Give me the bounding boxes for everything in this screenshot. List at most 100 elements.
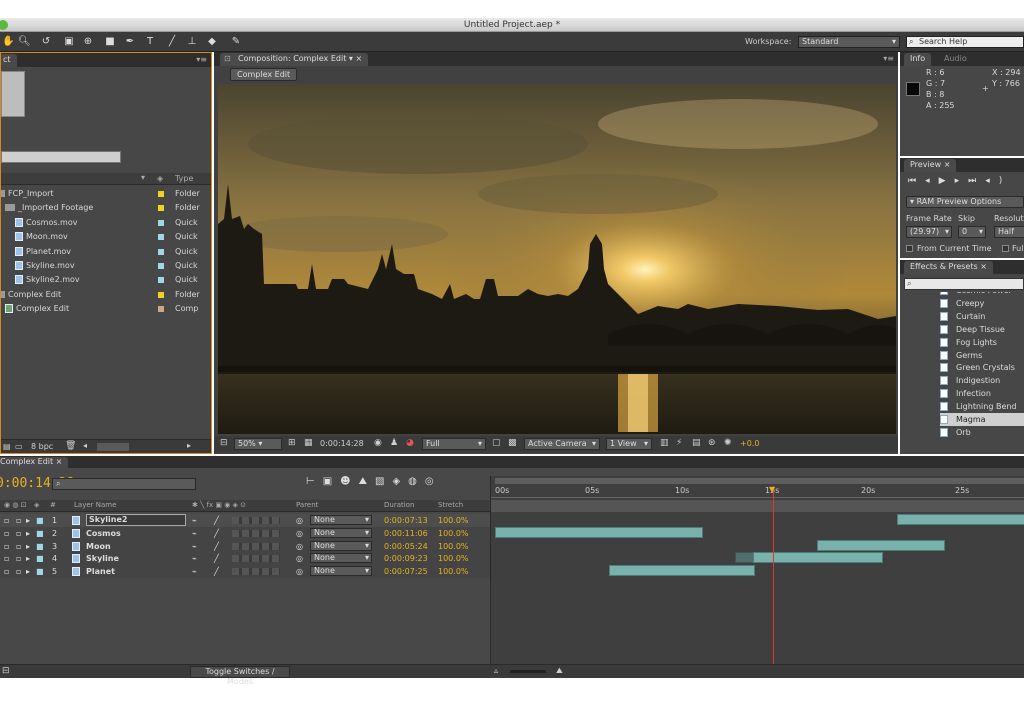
view-layout-select[interactable]: 1 View ▾ bbox=[606, 438, 652, 450]
label-swatch[interactable]: ■ bbox=[36, 514, 44, 527]
zoom-slider[interactable] bbox=[510, 670, 546, 673]
label-color-swatch[interactable] bbox=[158, 277, 164, 284]
current-time-indicator[interactable] bbox=[773, 486, 774, 676]
hide-shy-icon[interactable]: ☻ bbox=[340, 476, 358, 487]
layer-duration-bar[interactable] bbox=[495, 526, 703, 538]
label-color-swatch[interactable] bbox=[158, 291, 164, 298]
draft-3d-icon[interactable]: ▣ bbox=[323, 476, 340, 487]
new-folder-icon[interactable]: ▭ bbox=[15, 442, 23, 451]
frame-blending-icon[interactable]: ⛰︎ bbox=[359, 476, 375, 487]
layer-stretch[interactable]: 100.0% bbox=[438, 552, 469, 565]
duration-header[interactable]: Duration bbox=[384, 501, 414, 509]
expand-collapse-icon[interactable]: ⊟ bbox=[2, 666, 10, 676]
previous-frame-icon[interactable]: ◂ bbox=[925, 176, 939, 186]
chevron-down-icon[interactable]: ▾ bbox=[349, 54, 353, 63]
workspace-select[interactable]: Standard ▾ bbox=[798, 36, 900, 48]
camera-tool-icon[interactable]: ▣ bbox=[62, 35, 76, 49]
project-item[interactable]: _Imported Footage Folder bbox=[1, 201, 211, 215]
zoom-in-icon[interactable]: ⛰︎ bbox=[556, 666, 563, 676]
solo-icon[interactable]: ▫ bbox=[16, 527, 21, 540]
search-help-input[interactable]: ⌕ Search Help bbox=[906, 36, 1024, 48]
channel-icon[interactable]: ◕ bbox=[406, 438, 414, 448]
composition-breadcrumb[interactable]: Complex Edit bbox=[230, 68, 298, 81]
always-preview-icon[interactable]: ⊟ bbox=[220, 438, 228, 448]
parent-select[interactable]: None ▾ bbox=[310, 527, 372, 538]
layer-stretch[interactable]: 100.0% bbox=[438, 565, 469, 578]
solo-icon[interactable]: ▫ bbox=[16, 552, 21, 565]
ram-preview-options[interactable]: ▾ RAM Preview Options bbox=[906, 196, 1024, 208]
brush-tool-icon[interactable]: ╱ bbox=[166, 35, 178, 49]
quality-switch-icon[interactable]: ╱ bbox=[214, 565, 219, 578]
solo-icon[interactable]: ▫ bbox=[16, 540, 21, 553]
resolution-select[interactable]: Full ▾ bbox=[422, 438, 486, 450]
layer-switch-boxes[interactable] bbox=[232, 529, 280, 537]
label-swatch[interactable]: ■ bbox=[36, 565, 44, 578]
time-graph[interactable]: 00s05s10s15s20s25s ▼ bbox=[490, 476, 1024, 676]
layer-row[interactable]: ▫ ▫ ▸ ■ 5 Planet ⌁ ╱ ◎ None ▾ 0:00:07:25 100.0% bbox=[0, 565, 490, 579]
rectangle-tool-icon[interactable]: ■ bbox=[104, 35, 116, 49]
zoom-tool-icon[interactable]: 🔍︎ bbox=[18, 35, 31, 49]
effect-preset-item[interactable]: Germs bbox=[940, 349, 982, 362]
type-tool-icon[interactable]: T bbox=[144, 35, 156, 49]
shy-switch-icon[interactable]: ⌁ bbox=[192, 565, 197, 578]
parent-select[interactable]: None ▾ bbox=[310, 515, 372, 525]
project-item[interactable]: Cosmos.mov Quick bbox=[1, 216, 211, 230]
layer-row[interactable]: ▫ ▫ ▸ ■ 4 Skyline ⌁ ╱ ◎ None ▾ 0:00:09:23 100.0% bbox=[0, 552, 490, 566]
motion-blur-icon[interactable]: ▧ bbox=[375, 476, 392, 487]
parent-select[interactable]: None ▾ bbox=[310, 540, 372, 551]
pan-behind-tool-icon[interactable]: ⊕ bbox=[82, 35, 94, 49]
current-time-display[interactable]: 0:00:14:28 bbox=[320, 439, 364, 448]
toggle-switches-modes-button[interactable]: Toggle Switches / Modes bbox=[190, 666, 290, 686]
project-item[interactable]: FCP_Import Folder bbox=[1, 187, 211, 201]
layer-duration[interactable]: 0:00:09:23 bbox=[384, 552, 428, 565]
label-color-swatch[interactable] bbox=[158, 191, 164, 197]
puppet-tool-icon[interactable]: ✎ bbox=[230, 35, 242, 49]
pick-whip-icon[interactable]: ◎ bbox=[296, 527, 303, 540]
panel-menu-icon[interactable]: ▾≡ bbox=[883, 54, 894, 63]
close-icon[interactable]: × bbox=[944, 160, 951, 169]
skip-select[interactable]: 0 ▾ bbox=[958, 226, 986, 238]
project-item[interactable]: Skyline.mov Quick bbox=[1, 259, 211, 273]
tab-project[interactable]: ct bbox=[1, 54, 17, 67]
expand-icon[interactable]: ▸ bbox=[26, 565, 30, 578]
type-column-header[interactable]: Type bbox=[175, 174, 193, 183]
label-color-swatch[interactable] bbox=[158, 263, 164, 269]
layer-switch-boxes[interactable] bbox=[232, 555, 280, 563]
project-search-input[interactable] bbox=[1, 151, 121, 163]
parent-select[interactable]: None ▾ bbox=[310, 566, 372, 577]
shy-switch-icon[interactable]: ⌁ bbox=[192, 552, 197, 565]
parent-select[interactable]: None ▾ bbox=[310, 553, 372, 564]
project-item[interactable]: Moon.mov Quick bbox=[1, 230, 211, 244]
expand-icon[interactable]: ▸ bbox=[26, 540, 30, 553]
effects-search-input[interactable]: ⌕ bbox=[904, 278, 1024, 290]
preview-resolution-select[interactable]: Half bbox=[994, 226, 1024, 238]
layer-name[interactable]: Cosmos bbox=[86, 527, 121, 540]
live-update-icon[interactable]: ◎ bbox=[425, 476, 442, 487]
brainstorm-icon[interactable]: ◈ bbox=[392, 476, 408, 487]
snapshot-icon[interactable]: ◉ bbox=[374, 438, 382, 448]
transparency-grid-icon[interactable]: ▩ bbox=[508, 438, 517, 448]
effect-preset-item[interactable]: Deep Tissue bbox=[940, 323, 1005, 336]
solo-icon[interactable]: ▫ bbox=[16, 514, 21, 527]
safe-margins-icon[interactable]: ⊞ bbox=[288, 438, 296, 448]
eye-icon[interactable]: ▫ bbox=[4, 552, 9, 565]
layer-name[interactable]: Moon bbox=[86, 540, 111, 553]
layer-switch-boxes[interactable] bbox=[232, 568, 280, 576]
timeline-icon[interactable]: ▤ bbox=[692, 438, 701, 448]
zoom-out-icon[interactable]: ▵ bbox=[494, 666, 498, 675]
layer-duration-bar[interactable] bbox=[897, 514, 1024, 525]
effect-preset-item[interactable]: Orb bbox=[940, 426, 971, 439]
parent-header[interactable]: Parent bbox=[296, 501, 318, 509]
layer-name[interactable]: Skyline bbox=[86, 552, 119, 565]
layer-stretch[interactable]: 100.0% bbox=[438, 527, 469, 540]
tab-composition[interactable]: ⊡ Composition: Complex Edit ▾ × bbox=[220, 53, 369, 66]
magnification-select[interactable]: 50% ▾ bbox=[234, 438, 282, 450]
eraser-tool-icon[interactable]: ◆ bbox=[206, 35, 218, 49]
layer-row[interactable]: ▫ ▫ ▸ ■ 1 Skyline2 ⌁ ╱ ◎ None ▾ 0:00:07:13 100.0% bbox=[0, 514, 490, 527]
project-item[interactable]: Planet.mov Quick bbox=[1, 245, 211, 259]
fast-previews-icon[interactable]: ⚡︎ bbox=[676, 438, 682, 448]
playhead-icon[interactable]: ▼ bbox=[769, 485, 775, 494]
region-of-interest-icon[interactable]: ▢ bbox=[492, 438, 501, 448]
quality-switch-icon[interactable]: ╱ bbox=[214, 527, 219, 540]
pick-whip-icon[interactable]: ◎ bbox=[296, 514, 303, 527]
